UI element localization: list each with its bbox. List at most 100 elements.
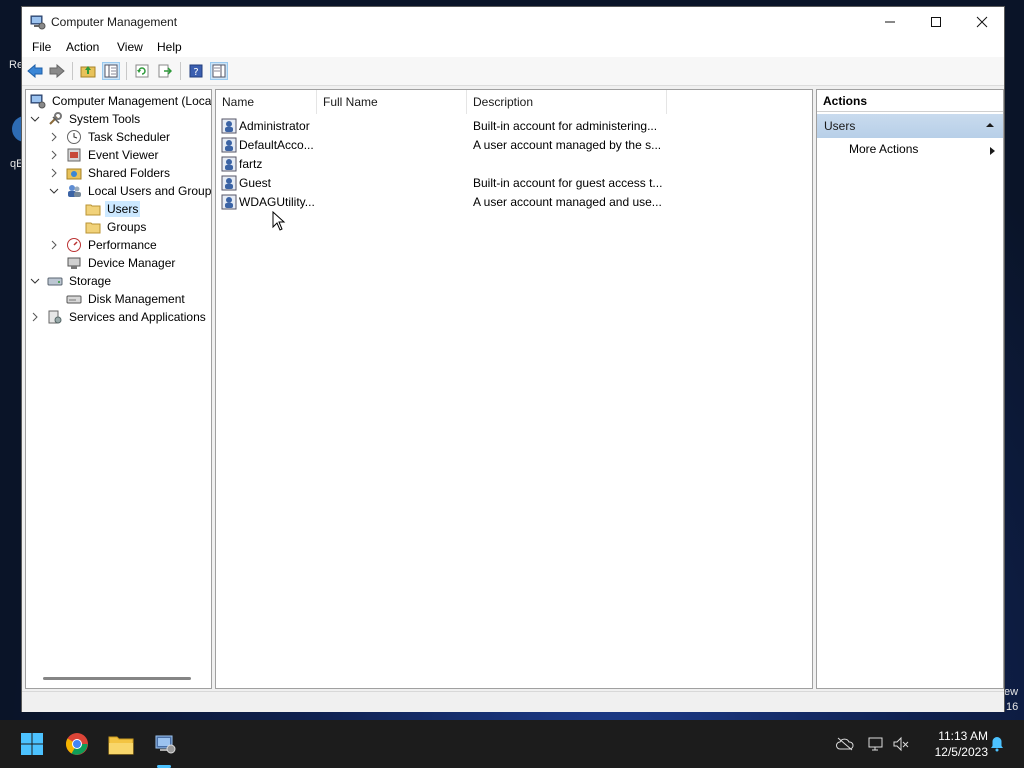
tree-horizontal-scrollbar[interactable] [43,677,191,680]
column-header-name[interactable]: Name [216,90,317,114]
chevron-down-icon[interactable] [29,275,41,287]
user-name: fartz [239,157,263,171]
volume-muted-icon[interactable] [892,735,910,753]
tree-item-groups[interactable]: Groups [85,218,148,236]
chevron-right-icon[interactable] [48,149,60,161]
table-row[interactable]: Guest Built-in account for guest access … [216,173,812,192]
actions-title: Actions [817,90,1003,112]
user-account-icon [221,194,237,210]
refresh-icon[interactable] [133,62,151,80]
tree-label: Services and Applications [69,310,206,324]
chevron-right-icon[interactable] [48,167,60,179]
table-row[interactable]: WDAGUtility... A user account managed an… [216,192,812,211]
actions-section-label: Users [824,119,856,133]
taskbar-clock[interactable]: 11:13 AM 12/5/2023 [918,728,988,760]
notification-bell-icon[interactable] [988,735,1006,753]
tree-item-users[interactable]: Users [85,200,141,218]
tree-item-event-viewer[interactable]: Event Viewer [48,146,160,164]
computer-management-icon [30,93,46,109]
title-bar[interactable]: Computer Management [22,7,1004,37]
desktop-text-fragment: 16 [1006,701,1019,713]
minimize-button[interactable] [867,7,913,37]
user-description: Built-in account for guest access t... [473,176,663,190]
up-folder-icon[interactable] [79,62,97,80]
column-header-full-name[interactable]: Full Name [317,90,467,114]
network-icon[interactable] [867,735,885,753]
device-manager-icon [66,255,82,271]
user-account-icon [221,137,237,153]
file-explorer-icon[interactable] [105,728,137,760]
submenu-arrow-icon[interactable] [989,145,997,159]
svg-text:?: ? [193,67,198,78]
tree-label: Storage [69,274,112,288]
back-arrow-icon[interactable] [26,62,44,80]
menu-action[interactable]: Action [66,40,99,54]
user-account-icon [221,175,237,191]
more-actions-label: More Actions [849,142,919,156]
tree-label: Performance [88,238,157,252]
tree-item-device-manager[interactable]: Device Manager [66,254,177,272]
computer-management-taskbar-icon[interactable] [149,728,181,760]
user-name: WDAGUtility... [239,195,315,209]
tree-item-performance[interactable]: Performance [48,236,159,254]
menu-file[interactable]: File [32,40,51,54]
actions-section-users[interactable]: Users [817,114,1003,138]
disk-management-icon [66,291,82,307]
chevron-right-icon[interactable] [48,131,60,143]
performance-icon [66,237,82,253]
tree-label: Local Users and Groups [88,184,212,198]
chevron-down-icon[interactable] [48,185,60,197]
more-actions-item[interactable]: More Actions [849,142,918,156]
tree-label: Event Viewer [88,148,159,162]
tree-item-storage[interactable]: Storage [29,272,113,290]
folder-icon [85,219,101,235]
start-windows-icon[interactable] [16,728,48,760]
taskbar: 11:13 AM 12/5/2023 [0,720,1024,768]
show-hide-console-tree-icon[interactable] [102,62,120,80]
tree-label: Task Scheduler [88,130,171,144]
user-name: Guest [239,176,272,190]
menu-view[interactable]: View [117,40,143,54]
user-name: DefaultAcco... [239,138,314,152]
export-list-icon[interactable] [156,62,174,80]
maximize-button[interactable] [913,7,959,37]
user-name: Administrator [239,119,310,133]
chevron-right-icon[interactable] [29,311,41,323]
shared-folder-icon [66,165,82,181]
table-row[interactable]: DefaultAcco... A user account managed by… [216,135,812,154]
user-account-icon [221,156,237,172]
tree-label: Users [105,201,141,217]
tree-item-task-scheduler[interactable]: Task Scheduler [48,128,172,146]
help-icon[interactable]: ? [187,62,205,80]
clock-icon [66,129,82,145]
toolbar-separator [72,62,73,80]
chevron-down-icon[interactable] [29,113,41,125]
column-header-description[interactable]: Description [467,90,667,114]
tree-item-local-users-and-groups[interactable]: Local Users and Groups [48,182,212,200]
chevron-right-icon[interactable] [48,239,60,251]
table-row[interactable]: fartz [216,154,812,173]
window-title: Computer Management [51,15,178,29]
collapse-up-icon[interactable] [985,114,995,138]
clock-time: 11:13 AM [938,729,988,743]
onedrive-offline-icon[interactable] [836,735,854,753]
tree-label: Computer Management (Local [52,94,212,108]
close-button[interactable] [959,7,1005,37]
tree-item-services-and-applications[interactable]: Services and Applications [29,308,208,326]
tree-label: Disk Management [88,292,185,306]
status-bar [22,691,1004,712]
menu-help[interactable]: Help [157,40,182,54]
tree-item-disk-management[interactable]: Disk Management [66,290,187,308]
table-row[interactable]: Administrator Built-in account for admin… [216,116,812,135]
forward-arrow-icon[interactable] [48,62,66,80]
show-hide-action-pane-icon[interactable] [210,62,228,80]
storage-icon [47,273,63,289]
toolbar-separator [126,62,127,80]
event-viewer-icon [66,147,82,163]
tree-item-system-tools[interactable]: System Tools [29,110,142,128]
toolbar-separator [180,62,181,80]
chrome-icon[interactable] [61,728,93,760]
tree-item-computer-management[interactable]: Computer Management (Local [30,92,212,110]
tree-item-shared-folders[interactable]: Shared Folders [48,164,172,182]
toolbar: ? [22,57,1004,86]
